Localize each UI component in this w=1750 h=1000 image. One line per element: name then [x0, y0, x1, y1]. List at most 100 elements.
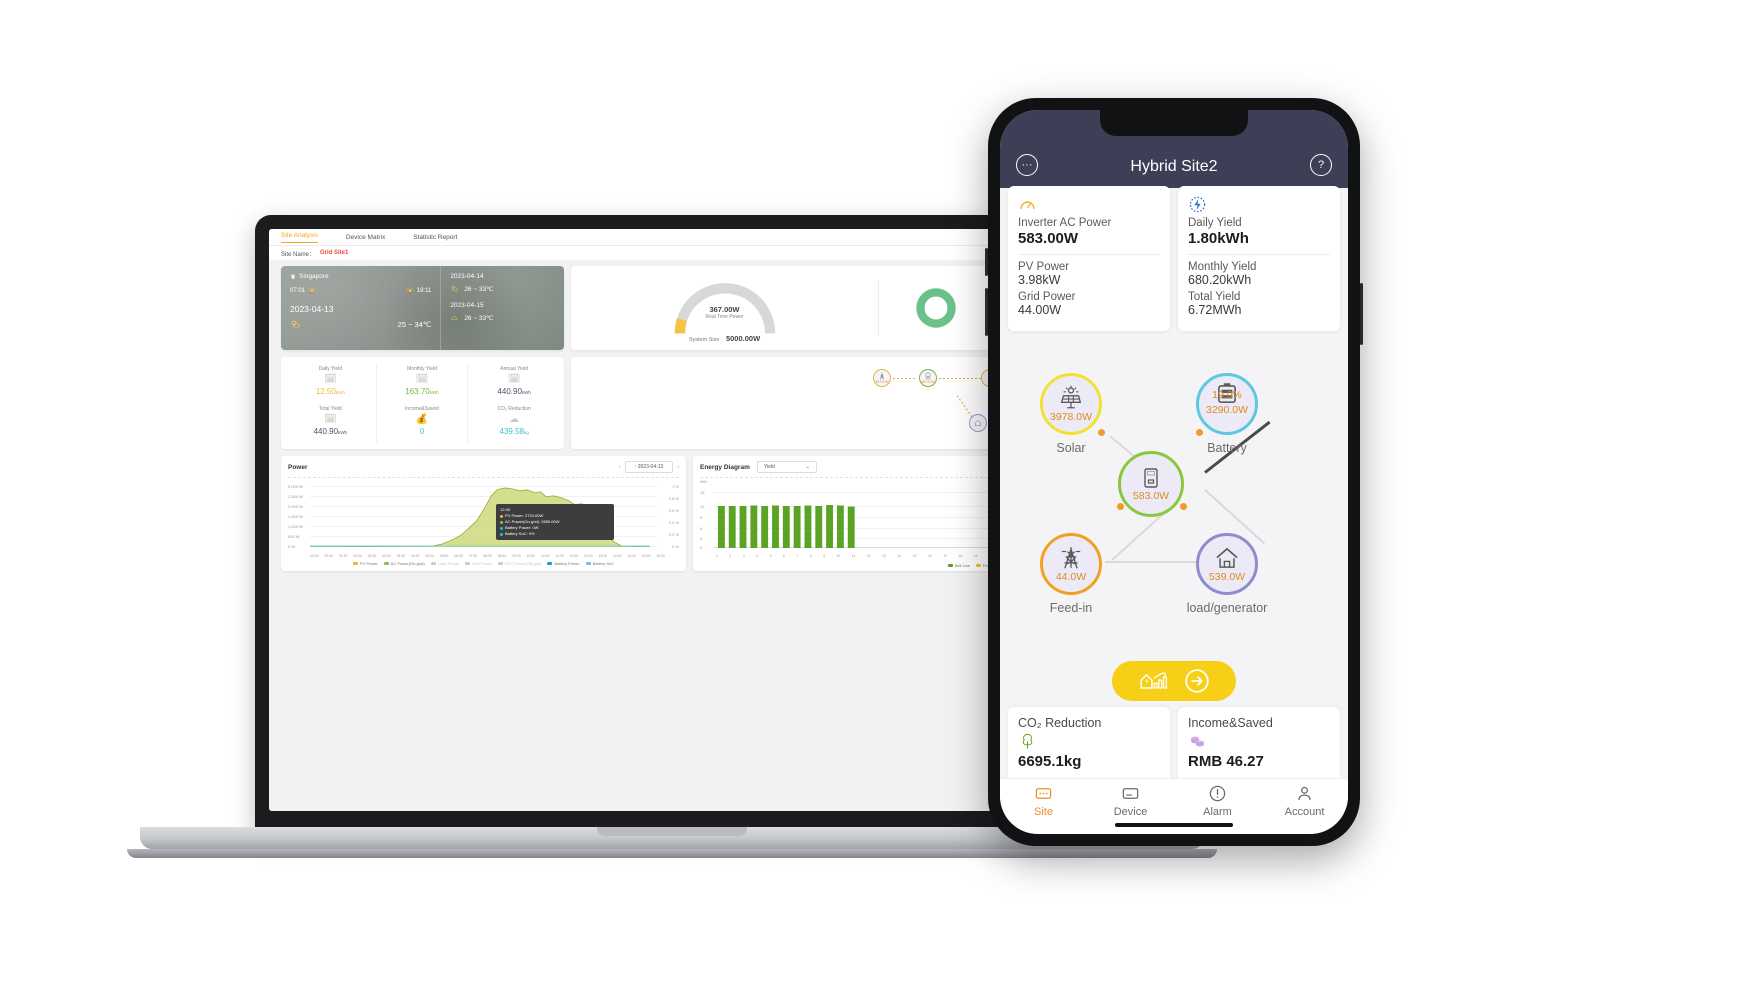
tab-device-matrix[interactable]: Device Matrix [346, 234, 385, 241]
tab-site-analysis[interactable]: Site Analysis [281, 232, 318, 243]
prev-day-button[interactable]: ‹ [619, 464, 621, 470]
flow-line-inverter-pv [939, 378, 981, 380]
x-tick: 12 [866, 554, 871, 558]
partly-cloudy-icon [290, 319, 300, 328]
x-tick: 10:40 [541, 554, 550, 558]
energy-type-value: Yield [763, 464, 775, 470]
flow-node-grid[interactable]: 367.0 W [873, 369, 891, 387]
bolt-icon [1188, 195, 1330, 215]
flow-dot [1098, 429, 1105, 436]
node-load[interactable]: 539.0W [1196, 533, 1258, 595]
x-tick: 1 [716, 554, 718, 558]
legend-item[interactable]: AC Power(On-grid) [383, 561, 425, 566]
flow-node-home[interactable] [969, 414, 987, 432]
stat-co2-reduction: CO₂ Reduction ☁ 439.58kg [468, 403, 560, 443]
forecast-date-2: 2023-04-15 [450, 302, 484, 309]
flow-node-inverter-value: 367.0 W [921, 380, 935, 384]
house-icon [975, 420, 981, 426]
node-feedin-label: Feed-in [1049, 601, 1093, 615]
tooltip-row: Battery SoC: 0% [500, 531, 610, 537]
home-indicator [1115, 823, 1233, 827]
x-tick: 6 [782, 554, 785, 558]
realtime-power-caption: Real Time Power [705, 314, 744, 320]
chevron-down-icon: ⌄ [805, 464, 810, 470]
more-icon[interactable]: ··· [1016, 154, 1038, 176]
flow-node-grid-value: 367.0 W [875, 380, 889, 384]
energy-type-select[interactable]: Yield ⌄ [756, 461, 817, 473]
x-tick: 16 [927, 554, 932, 558]
flow-node-inverter[interactable]: 367.0 W [919, 369, 937, 387]
sun-times-row: 07:01 19:11 [290, 287, 431, 295]
divider [1188, 254, 1330, 255]
site-name-label: Site Name： [281, 251, 316, 258]
next-day-button[interactable]: › [677, 464, 679, 470]
device-icon [1122, 788, 1139, 799]
legend-item[interactable]: Grid Power [465, 561, 492, 566]
forecast-temp-1: 26 ~ 33℃ [464, 285, 494, 293]
node-solar[interactable]: 3978.0W [1040, 373, 1102, 435]
tab-site[interactable]: Site [1000, 784, 1087, 834]
power-chart-header: Power ‹ ▫ 2023-04-13 › [288, 461, 679, 478]
x-tick: 00:00 [310, 554, 319, 558]
kpi-card-inverter[interactable]: Inverter AC Power 583.00W PV Power 3.98k… [1008, 186, 1170, 331]
laptop-notch [597, 827, 747, 836]
x-tick: 14:00 [612, 554, 622, 558]
help-icon[interactable]: ? [1310, 154, 1332, 176]
legend-item[interactable]: PV Power [352, 561, 378, 566]
sunrise-icon [308, 287, 316, 294]
site-name-value[interactable]: Grid Site1 [320, 250, 348, 256]
x-tick: 17 [943, 554, 948, 558]
kpi-sub-value: 3.98kW [1018, 273, 1061, 287]
x-tick: 3 [742, 554, 745, 558]
tab-label: Device [1113, 806, 1148, 818]
node-inverter[interactable]: 583.0W [1118, 451, 1184, 517]
legend-item[interactable]: Battery Power [547, 561, 580, 566]
flow-line-grid-inverter [893, 378, 915, 380]
phone-screen: ··· Hybrid Site2 ? Inverter AC Power 583… [1000, 110, 1348, 834]
x-tick: 00:40 [324, 554, 333, 558]
x-tick: 06:40 [454, 554, 463, 558]
stat-label: Income&Saved [405, 406, 439, 412]
y-tick-left: 0 W [288, 544, 296, 549]
node-feedin-value: 44.0W [1055, 571, 1087, 583]
calendar-day-icon: 🗓 [323, 374, 337, 385]
card-value: 6695.1kg [1018, 753, 1082, 770]
node-load-value: 539.0W [1208, 571, 1246, 583]
node-feedin[interactable]: 44.0W [1040, 533, 1102, 595]
calendar-year-icon: 🗓 [507, 374, 521, 385]
phone-volume-up-button[interactable] [985, 248, 988, 276]
kpi-value: 583.00W [1018, 230, 1079, 247]
x-tick: 01:20 [338, 554, 348, 558]
phone-power-button[interactable] [1360, 283, 1363, 345]
gauge-icon [1018, 195, 1160, 215]
tab-account[interactable]: Account [1261, 784, 1348, 834]
legend-item[interactable]: Self-Use [947, 563, 970, 568]
card-label: CO₂ Reduction [1018, 716, 1102, 730]
tab-label: Site [1034, 806, 1053, 818]
x-tick: 14:40 [627, 554, 636, 558]
system-size-value: 5000.00W [725, 334, 761, 343]
web-tab-bar: Site Analysis Device Matrix Statistic Re… [269, 229, 1077, 246]
legend-item[interactable]: Load Power [430, 561, 459, 566]
kpi-card-yield[interactable]: Daily Yield 1.80kWh Monthly Yield 680.20… [1178, 186, 1340, 331]
tab-statistic-report[interactable]: Statistic Report [413, 234, 457, 241]
card-label: Income&Saved [1188, 716, 1273, 730]
phone-volume-down-button[interactable] [985, 288, 988, 336]
x-tick: 4 [756, 554, 759, 558]
kpi-sub-label: Total Yield [1188, 291, 1241, 303]
realtime-power-value: 367.00W [709, 305, 740, 314]
laptop-screen: Site Analysis Device Matrix Statistic Re… [269, 229, 1077, 811]
node-battery[interactable]: 19.0% 3290.0W [1196, 373, 1258, 435]
page-title: Hybrid Site2 [1130, 158, 1218, 175]
card-co2-reduction[interactable]: CO₂ Reduction 6695.1kg [1008, 707, 1170, 778]
legend-item[interactable]: Battery SoC [585, 561, 614, 566]
x-tick: 08:40 [497, 554, 507, 558]
power-chart-title: Power [288, 463, 308, 471]
energy-detail-button[interactable] [1112, 661, 1236, 701]
stat-total-yield: Total Yield 🗓 440.90kWh [285, 403, 377, 443]
arrow-right-icon [1185, 669, 1209, 693]
date-picker[interactable]: ▫ 2023-04-13 [624, 461, 674, 473]
flow-dot [1117, 503, 1124, 510]
legend-item[interactable]: EPS Power(Off-grid) [498, 561, 541, 566]
card-income-saved[interactable]: Income&Saved RMB 46.27 [1178, 707, 1340, 778]
